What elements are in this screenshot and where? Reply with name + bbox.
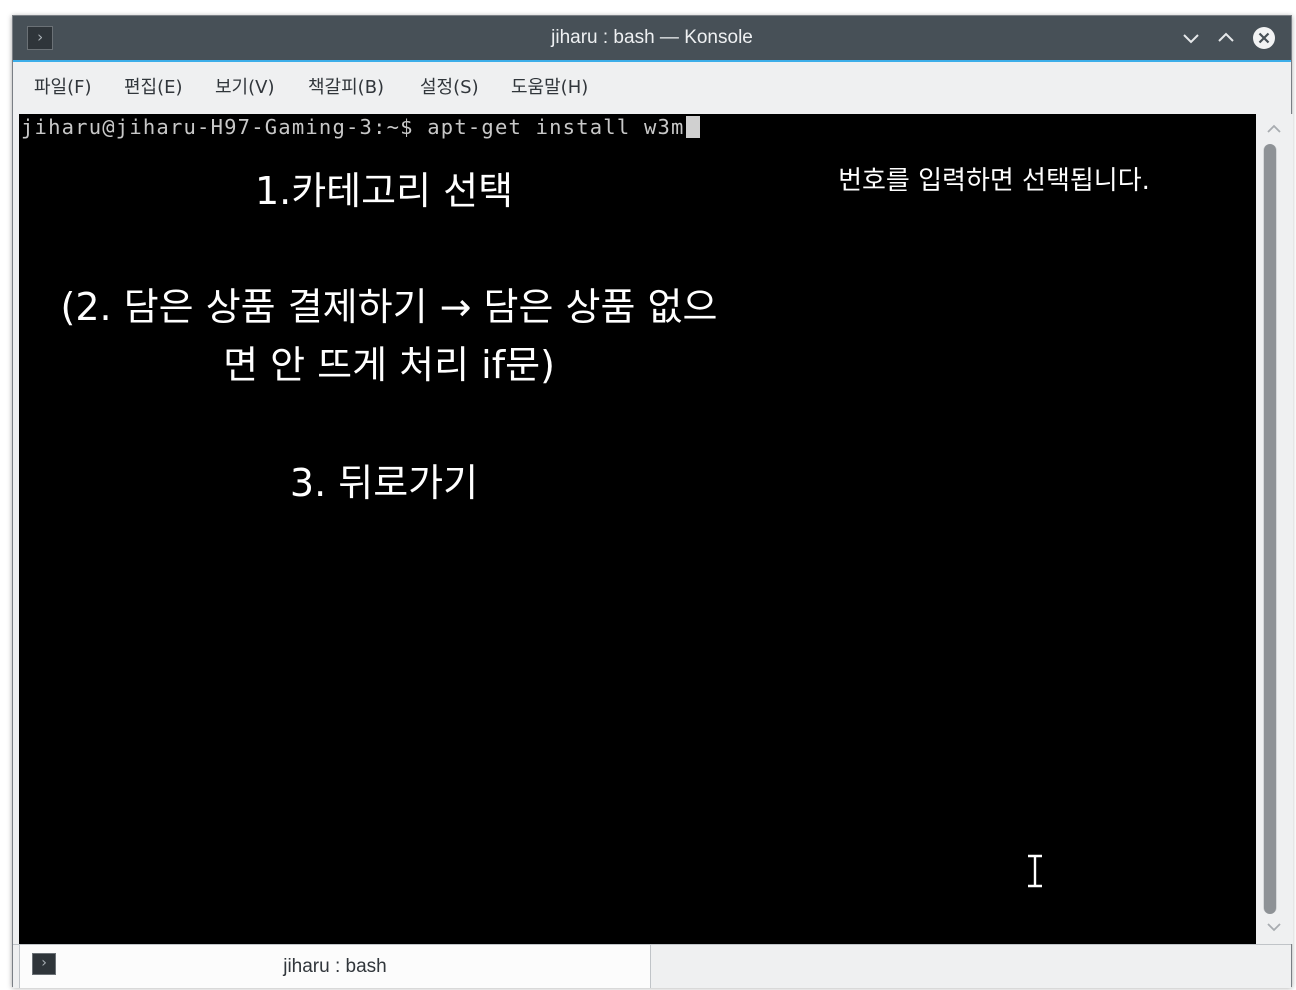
vertical-scrollbar[interactable] [1256,114,1293,944]
tab-label: jiharu : bash [283,956,387,977]
overlay-checkout-note: (2. 담은 상품 결제하기 → 담은 상품 없으 면 안 뜨게 처리 if문) [60,285,718,387]
scrollbar-track[interactable] [1263,144,1277,914]
menu-bar: 파일(F) 편집(E) 보기(V) 책갈피(B) 설정(S) 도움말(H) [13,62,1291,114]
menu-settings[interactable]: 설정(S) [420,62,479,114]
konsole-window: › jiharu : bash — Konsole 파일(F) 편집(E) 보기… [12,15,1293,988]
maximize-icon[interactable] [1214,26,1238,50]
overlay-go-back: 3. 뒤로가기 [289,461,479,505]
text-cursor [685,116,700,138]
menu-edit[interactable]: 편집(E) [124,62,183,114]
menu-bookmarks[interactable]: 책갈피(B) [308,62,384,114]
shell-prompt: jiharu@jiharu-H97-Gaming-3:~$ [21,115,428,139]
typed-command: apt-get install w3m [427,115,685,139]
overlay-category-select: 1.카테고리 선택 [254,169,514,213]
scroll-down-icon[interactable] [1265,920,1283,934]
title-bar[interactable]: › jiharu : bash — Konsole [13,16,1291,62]
menu-view[interactable]: 보기(V) [215,62,274,114]
close-icon[interactable] [1252,26,1276,50]
window-title: jiharu : bash — Konsole [551,27,753,48]
scrollbar-thumb[interactable] [1264,144,1276,914]
menu-help[interactable]: 도움말(H) [511,62,588,114]
tab-bar: › jiharu : bash [13,944,1291,988]
ibeam-cursor-icon [1028,854,1042,888]
terminal-area[interactable]: jiharu@jiharu-H97-Gaming-3:~$ apt-get in… [19,114,1256,944]
minimize-icon[interactable] [1179,26,1203,50]
menu-file[interactable]: 파일(F) [34,62,92,114]
scroll-up-icon[interactable] [1265,122,1283,136]
tab-jiharu-bash[interactable]: › jiharu : bash [19,945,651,988]
terminal-prompt-line: jiharu@jiharu-H97-Gaming-3:~$ apt-get in… [21,114,700,142]
overlay-input-hint: 번호를 입력하면 선택됩니다. [838,166,1150,196]
